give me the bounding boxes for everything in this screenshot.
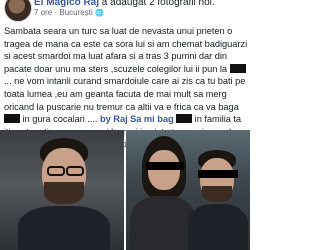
post-meta: 7 ore · București 🌐 bbox=[34, 8, 104, 19]
shirt bbox=[130, 196, 196, 250]
avatar[interactable] bbox=[4, 0, 32, 22]
glasses-icon bbox=[47, 166, 65, 176]
post-text-segment: ... ne vom intanli curand smardoiule car… bbox=[4, 76, 246, 112]
glasses-icon bbox=[66, 166, 84, 176]
post-time[interactable]: 7 ore bbox=[34, 8, 52, 17]
photo-2[interactable] bbox=[126, 130, 250, 250]
censor-bar bbox=[146, 162, 184, 170]
photo-1[interactable] bbox=[0, 130, 124, 250]
post-action: a adăugat 2 fotografii noi. bbox=[101, 0, 215, 8]
face bbox=[148, 150, 180, 190]
globe-icon: 🌐 bbox=[94, 10, 104, 17]
post-text-segment: Sambata seara un turc sa luat de nevasta… bbox=[4, 26, 248, 74]
shirt bbox=[18, 206, 110, 250]
photo-grid bbox=[0, 130, 250, 250]
redaction-bar bbox=[4, 114, 20, 124]
beard bbox=[44, 182, 84, 204]
shirt bbox=[188, 204, 248, 250]
redaction-bar bbox=[176, 114, 193, 124]
censor-bar bbox=[198, 170, 238, 178]
post-location[interactable]: București bbox=[59, 8, 92, 17]
author-name[interactable]: El Magico Raj bbox=[34, 0, 99, 8]
redaction-bar bbox=[229, 63, 246, 73]
mention[interactable]: by Raj Sa mi bag bbox=[100, 114, 176, 124]
beard bbox=[202, 186, 232, 202]
post-text-segment: in gura cocalari .... bbox=[20, 114, 98, 125]
